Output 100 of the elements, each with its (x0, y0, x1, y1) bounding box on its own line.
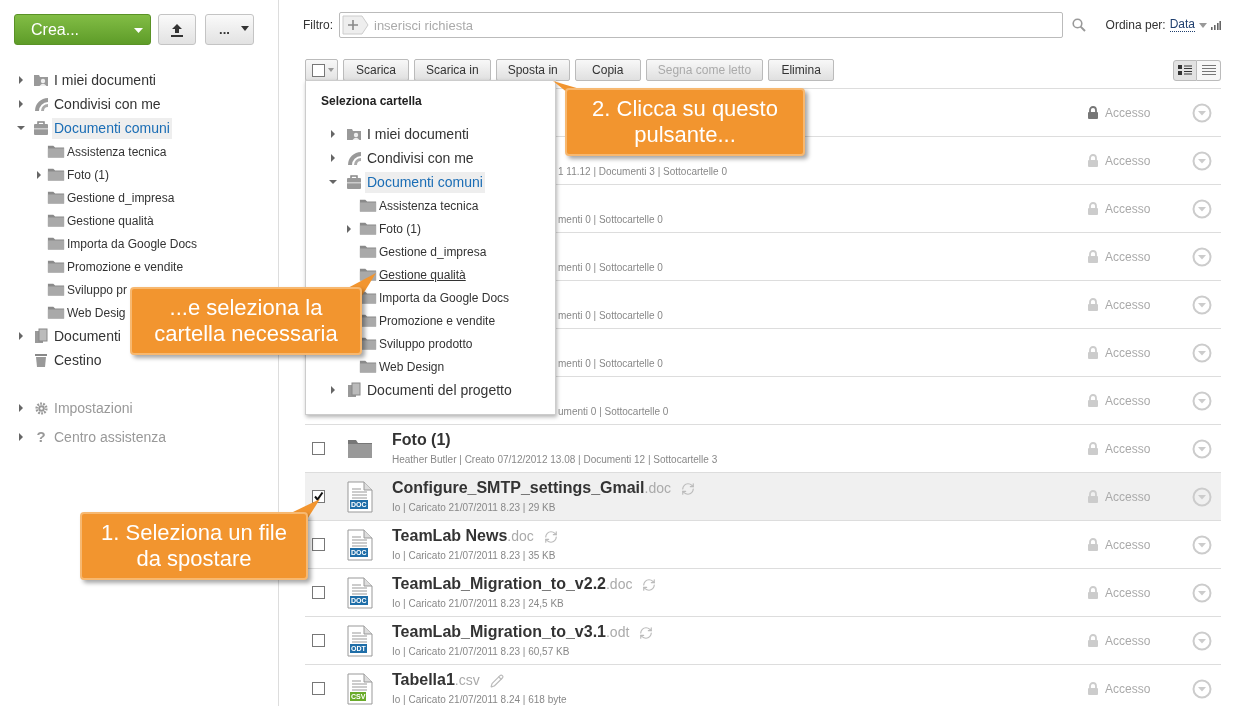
tree-item[interactable]: Cestino (52, 349, 104, 371)
file-name[interactable]: Configure_SMTP_settings_Gmail (392, 478, 645, 498)
tree-item[interactable]: Promozione e vendite (67, 257, 184, 276)
filter-field[interactable]: inserisci richiesta (339, 12, 1063, 38)
tree-item[interactable]: Importa da Google Docs (67, 234, 198, 253)
tree-item[interactable]: Importa da Google Docs (379, 288, 510, 307)
folder-icon (47, 213, 65, 228)
tree-item[interactable]: Web Design (379, 357, 445, 376)
tree-item[interactable]: Promozione e vendite (379, 311, 496, 330)
tree-item[interactable]: Condivisi con me (52, 93, 163, 115)
tree-item[interactable]: Gestione d_impresa (379, 242, 487, 261)
file-extension: .odt (606, 623, 630, 642)
search-icon[interactable] (1071, 18, 1086, 32)
trash-icon (33, 352, 49, 368)
folder-icon (47, 259, 65, 274)
tree-item[interactable]: Web Desig (67, 303, 126, 322)
document-icon (347, 672, 373, 705)
row-checkbox[interactable] (312, 634, 325, 647)
row-checkbox[interactable] (312, 682, 325, 695)
file-meta: Io | Caricato 21/07/2011 8.23 | 35 KB (392, 549, 557, 563)
tree-item[interactable]: Documenti del progetto (365, 379, 514, 401)
folder-person-icon (346, 126, 362, 142)
folder-icon (47, 167, 65, 182)
caret-icon (328, 68, 334, 72)
folder-icon (47, 190, 65, 205)
caret-icon (241, 26, 249, 31)
file-name[interactable]: Tabella1 (392, 670, 455, 690)
row-checkbox[interactable] (312, 538, 325, 551)
row-checkbox[interactable] (312, 442, 325, 455)
more-button[interactable]: ... (205, 14, 254, 45)
tree-item[interactable]: Assistenza tecnica (67, 142, 167, 161)
filter-label: Filtro: (303, 17, 333, 34)
file-extension: .doc (507, 527, 534, 546)
tree-item[interactable]: Gestione d_impresa (67, 188, 175, 207)
select-all-button[interactable] (305, 59, 338, 81)
folder-icon (359, 221, 377, 236)
file-meta: menti 0 | Sottocartelle 0 (558, 213, 664, 227)
row-checkbox[interactable] (312, 490, 325, 503)
folder-person-icon (33, 72, 49, 88)
tree-item[interactable]: I miei documenti (52, 69, 158, 91)
briefcase-icon (33, 120, 49, 136)
callout-tooltip: ...e seleziona la cartella necessaria (130, 287, 362, 355)
callout-tooltip: 2. Clicca su questo pulsante... (565, 88, 805, 156)
file-name[interactable]: TeamLab_Migration_to_v2.2 (392, 574, 606, 594)
action-button[interactable]: Scarica (343, 59, 409, 81)
help-icon: ? (36, 425, 46, 449)
shared-icon (346, 150, 362, 166)
view-toggle[interactable] (1197, 59, 1221, 81)
file-extension: .doc (606, 575, 633, 594)
tree-item[interactable]: Sviluppo pr (67, 280, 128, 299)
file-meta: Io | Caricato 21/07/2011 8.23 | 29 KB (392, 501, 557, 515)
folder-icon (359, 198, 377, 213)
action-button[interactable]: Copia (574, 59, 641, 81)
file-meta: Heather Butler | Creato 07/12/2012 13.08 | Documenti 12 | Sottocartelle 3 (392, 453, 719, 467)
documents-icon (33, 328, 49, 344)
sort-link[interactable]: Data (1169, 18, 1195, 32)
picker-title: Seleziona cartella (321, 93, 423, 110)
tree-item[interactable]: Gestione qualità (379, 265, 466, 284)
detailed-list-icon (1178, 65, 1192, 75)
caret-icon (134, 28, 143, 33)
select-all-checkbox[interactable] (312, 63, 325, 77)
file-name[interactable]: Foto (1) (392, 430, 451, 450)
list-icon (1201, 65, 1216, 75)
tree-item[interactable]: Documenti comuni (52, 117, 172, 139)
caret-icon[interactable] (1199, 22, 1207, 28)
upload-button[interactable] (158, 14, 196, 45)
sort-label: Ordina per: (1105, 17, 1166, 34)
tree-item[interactable]: Assistenza tecnica (379, 196, 479, 215)
file-extension: .doc (644, 479, 671, 498)
file-meta: Io | Caricato 21/07/2011 8.24 | 618 byte (392, 693, 568, 706)
folder-icon (47, 236, 65, 251)
tree-item[interactable]: Gestione qualità (67, 211, 154, 230)
briefcase-icon (346, 174, 362, 190)
row-checkbox[interactable] (312, 586, 325, 599)
view-toggle[interactable] (1173, 59, 1197, 81)
sort-order-icon[interactable] (1211, 20, 1221, 30)
file-meta: umenti 0 | Sottocartelle 0 (558, 405, 670, 419)
file-meta: Io | Caricato 21/07/2011 8.23 | 24,5 KB (392, 597, 565, 611)
callout-tooltip: 1. Seleziona un file da spostare (80, 512, 308, 580)
folder-icon (347, 438, 373, 459)
tree-item[interactable]: Foto (1) (67, 165, 109, 184)
action-button[interactable]: Sposta in (495, 59, 570, 81)
file-meta: menti 0 | Sottocartelle 0 (558, 309, 664, 323)
upload-icon (170, 22, 184, 37)
tree-item[interactable]: Condivisi con me (365, 147, 476, 169)
tree-item[interactable]: Sviluppo prodotto (379, 334, 473, 353)
shared-icon (33, 96, 49, 112)
file-meta: menti 0 | Sottocartelle 0 (558, 357, 664, 371)
settings-icon (34, 401, 48, 415)
action-button[interactable]: Elimina (768, 59, 835, 81)
folder-icon (359, 244, 377, 259)
file-name[interactable]: TeamLab News (392, 526, 508, 546)
file-meta: 1 11.12 | Documenti 3 | Sottocartelle 0 (558, 165, 728, 179)
action-button[interactable]: Scarica in (414, 59, 491, 81)
folder-icon (359, 359, 377, 374)
file-name[interactable]: TeamLab_Migration_to_v3.1 (392, 622, 606, 642)
tree-item[interactable]: Documenti comuni (365, 171, 485, 193)
tree-item[interactable]: Documenti (52, 325, 123, 347)
folder-icon (47, 305, 65, 320)
documents-icon (346, 382, 362, 398)
